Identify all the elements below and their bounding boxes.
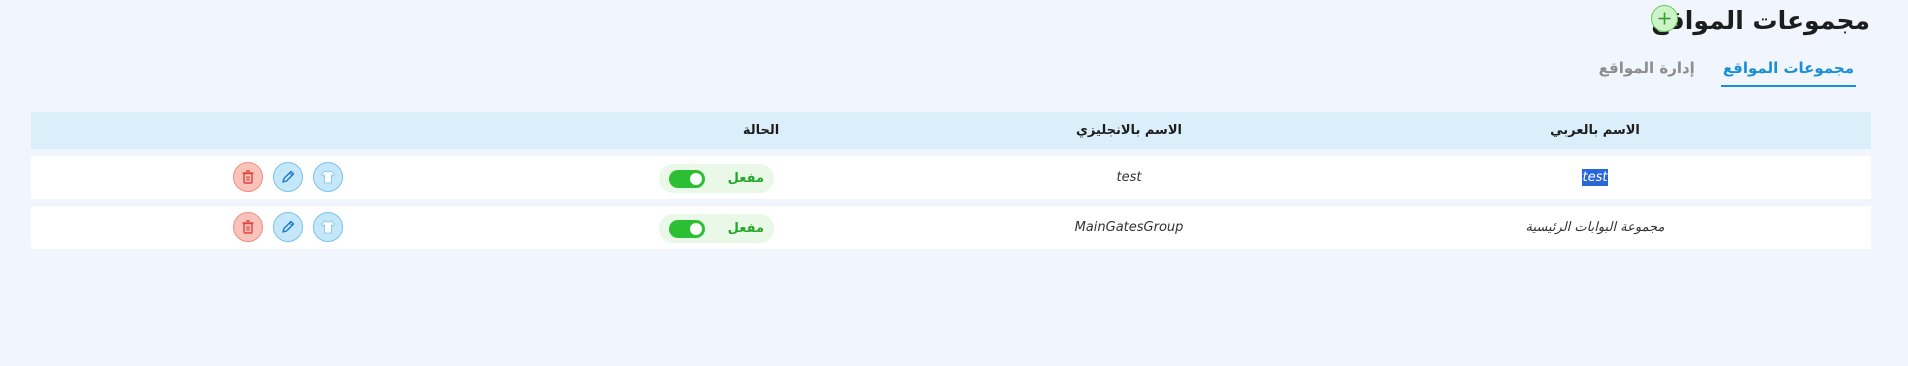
- tab-sites-management[interactable]: إدارة المواقع: [1597, 56, 1697, 87]
- table-header: الاسم بالعربي الاسم بالانجليزي الحالة: [31, 112, 1871, 149]
- column-header-arabic-name: الاسم بالعربي: [1550, 123, 1640, 138]
- page-title: مجموعات المواقع: [1651, 6, 1870, 35]
- pencil-icon: [282, 170, 295, 183]
- pencil-icon: [282, 220, 295, 233]
- plus-icon: [1658, 12, 1671, 25]
- column-header-status: الحالة: [742, 123, 780, 138]
- cell-english-name: test: [1116, 170, 1142, 185]
- trash-icon: [242, 220, 254, 234]
- delete-button[interactable]: [233, 162, 263, 192]
- tabs: إدارة المواقع مجموعات المواقع: [1597, 56, 1856, 87]
- status-badge: مفعل: [659, 214, 774, 243]
- view-button[interactable]: [313, 212, 343, 242]
- table-row: مجموعة البوابات الرئيسية MainGatesGroup …: [31, 206, 1871, 249]
- column-header-english-name: الاسم بالانجليزي: [1076, 123, 1182, 138]
- table-row: test test مفعل: [31, 156, 1871, 199]
- edit-button[interactable]: [273, 162, 303, 192]
- trash-icon: [242, 170, 254, 184]
- edit-button[interactable]: [273, 212, 303, 242]
- cell-arabic-name: test: [1581, 169, 1609, 186]
- delete-button[interactable]: [233, 212, 263, 242]
- site-groups-table: الاسم بالعربي الاسم بالانجليزي الحالة te…: [31, 112, 1871, 249]
- status-badge: مفعل: [659, 164, 774, 193]
- shirt-icon: [320, 220, 336, 234]
- cell-arabic-name: مجموعة البوابات الرئيسية: [1525, 220, 1665, 235]
- add-group-button[interactable]: [1651, 5, 1678, 32]
- status-toggle[interactable]: [669, 219, 705, 238]
- cell-english-name: MainGatesGroup: [1074, 220, 1184, 235]
- tab-site-groups[interactable]: مجموعات المواقع: [1720, 56, 1856, 87]
- status-label: مفعل: [727, 171, 764, 186]
- status-label: مفعل: [727, 221, 764, 236]
- status-toggle[interactable]: [669, 169, 705, 188]
- shirt-icon: [320, 170, 336, 184]
- view-button[interactable]: [313, 162, 343, 192]
